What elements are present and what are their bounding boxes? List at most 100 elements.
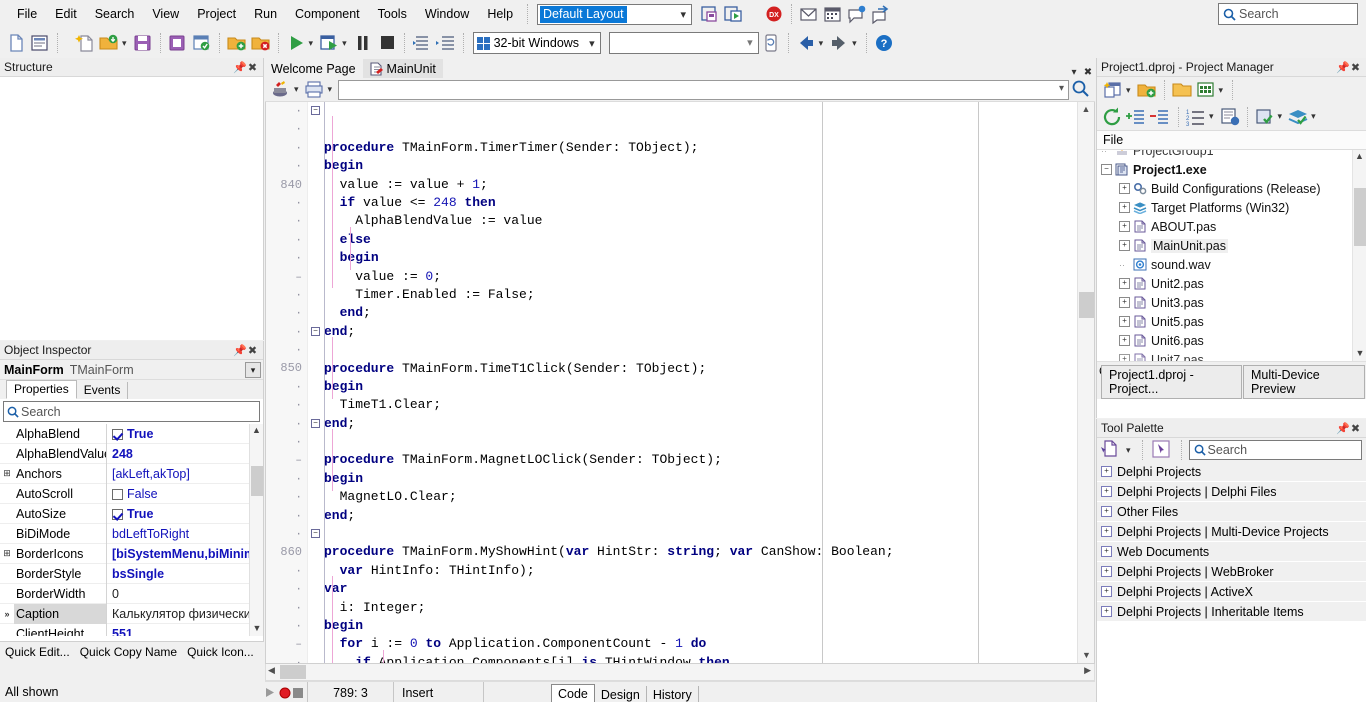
code-line[interactable]: procedure TMainForm.MagnetLOClick(Sender… bbox=[324, 451, 1076, 469]
collapse-all-icon[interactable] bbox=[1149, 106, 1173, 128]
sync-editor-icon[interactable] bbox=[1218, 106, 1242, 128]
expand-icon[interactable]: ⊞ bbox=[0, 548, 14, 559]
scroll-right-icon[interactable]: ▶ bbox=[1084, 665, 1091, 676]
code-line[interactable]: AlphaBlendValue := value bbox=[324, 212, 1076, 230]
property-row[interactable]: AutoSize True bbox=[0, 503, 263, 524]
code-line[interactable]: var HintInfo: THintInfo); bbox=[324, 562, 1076, 580]
scroll-up-icon[interactable]: ▲ bbox=[1078, 102, 1094, 118]
tab-close-icon[interactable]: ✖ bbox=[1081, 67, 1095, 78]
forward-message-icon[interactable] bbox=[869, 3, 893, 25]
gutter-line[interactable]: · bbox=[266, 654, 307, 663]
property-value[interactable]: True bbox=[107, 424, 263, 444]
build-caret-icon[interactable]: ▾ bbox=[1278, 111, 1283, 122]
tab-list-caret-icon[interactable]: ▾ bbox=[1067, 67, 1081, 78]
tool-palette-category[interactable]: + Delphi Projects | ActiveX bbox=[1097, 582, 1366, 602]
project-tree-node[interactable]: ·· ProjectGroup1 bbox=[1101, 150, 1366, 160]
expand-icon[interactable]: + bbox=[1101, 526, 1112, 537]
gutter-line[interactable]: · bbox=[266, 157, 307, 175]
project-tree-node[interactable]: + ABOUT.pas bbox=[1101, 217, 1366, 236]
code-line[interactable] bbox=[324, 341, 1076, 359]
fold-toggle-icon[interactable]: − bbox=[311, 106, 320, 115]
run-dropdown-caret-icon[interactable]: ▾ bbox=[309, 38, 314, 49]
property-value[interactable]: 248 bbox=[107, 444, 263, 464]
gutter-line[interactable]: · bbox=[266, 341, 307, 359]
property-value[interactable]: False bbox=[107, 484, 263, 504]
expand-icon[interactable]: + bbox=[1101, 606, 1112, 617]
tab-properties[interactable]: Properties bbox=[6, 380, 77, 399]
property-value[interactable]: 0 bbox=[107, 584, 263, 604]
add-file-icon[interactable] bbox=[1135, 79, 1159, 101]
remove-from-project-icon[interactable] bbox=[249, 32, 273, 54]
tool-palette-category[interactable]: + Web Documents bbox=[1097, 542, 1366, 562]
help-icon[interactable]: ? bbox=[872, 32, 896, 54]
gutter-line[interactable]: – bbox=[266, 268, 307, 286]
sort-order-icon[interactable]: 1 2 3 bbox=[1184, 106, 1208, 128]
gutter-line[interactable]: · bbox=[266, 507, 307, 525]
fold-toggle-icon[interactable]: − bbox=[311, 418, 320, 428]
build-icon[interactable] bbox=[1253, 106, 1277, 128]
code-line[interactable]: Timer.Enabled := False; bbox=[324, 286, 1076, 304]
layout-combo[interactable]: Default Layout ▾ bbox=[537, 3, 693, 25]
menu-item-window[interactable]: Window bbox=[416, 3, 478, 25]
view-tab-design[interactable]: Design bbox=[595, 685, 647, 702]
new-project-icon[interactable] bbox=[1101, 79, 1125, 101]
menu-item-file[interactable]: File bbox=[8, 3, 46, 25]
trace-into-icon[interactable] bbox=[410, 32, 434, 54]
open-folder-icon[interactable] bbox=[97, 32, 121, 54]
code-folding-column[interactable]: − − − − bbox=[308, 102, 324, 663]
code-insight-caret-icon[interactable]: ▾ bbox=[294, 84, 299, 95]
expand-icon[interactable]: + bbox=[1119, 297, 1130, 308]
code-line[interactable]: begin bbox=[324, 157, 1076, 175]
gutter-line[interactable]: · bbox=[266, 470, 307, 488]
menu-item-run[interactable]: Run bbox=[245, 3, 286, 25]
code-line[interactable]: begin bbox=[324, 378, 1076, 396]
code-line[interactable]: TimeT1.Clear; bbox=[324, 396, 1076, 414]
close-icon[interactable]: ✖ bbox=[246, 344, 259, 357]
menu-item-tools[interactable]: Tools bbox=[369, 3, 416, 25]
gutter-line[interactable]: · bbox=[266, 231, 307, 249]
expand-icon[interactable]: + bbox=[1119, 354, 1130, 361]
property-row[interactable]: BorderWidth 0 bbox=[0, 583, 263, 604]
gutter-line[interactable]: · bbox=[266, 194, 307, 212]
bottom-tab-project-manager[interactable]: Project1.dproj - Project... bbox=[1101, 365, 1242, 399]
new-file-icon[interactable] bbox=[4, 32, 28, 54]
sort-caret-icon[interactable]: ▾ bbox=[1209, 111, 1214, 122]
expand-icon[interactable]: + bbox=[1119, 278, 1130, 289]
expand-icon[interactable]: + bbox=[1101, 466, 1112, 477]
pin-icon[interactable]: 📌 bbox=[233, 61, 247, 74]
forward-icon[interactable] bbox=[827, 32, 851, 54]
gutter-line[interactable]: · bbox=[266, 323, 307, 341]
gutter-line[interactable]: · bbox=[266, 286, 307, 304]
refresh-device-icon[interactable] bbox=[759, 32, 783, 54]
code-view[interactable]: ····840····–····850····–····860····–··· … bbox=[265, 102, 1095, 664]
expand-icon[interactable]: ⊞ bbox=[0, 468, 14, 479]
property-row[interactable]: BiDiMode bdLeftToRight bbox=[0, 523, 263, 544]
menu-item-project[interactable]: Project bbox=[188, 3, 245, 25]
close-icon[interactable]: ✖ bbox=[1349, 61, 1362, 74]
expand-icon[interactable]: + bbox=[1119, 335, 1130, 346]
code-line[interactable]: begin bbox=[324, 249, 1076, 267]
project-tree-column-header[interactable]: File bbox=[1097, 131, 1366, 150]
new-project-caret-icon[interactable]: ▾ bbox=[1126, 85, 1131, 96]
stop-indicator-icon[interactable] bbox=[293, 687, 307, 698]
tab-welcome-page[interactable]: Welcome Page bbox=[265, 59, 363, 78]
property-row[interactable]: AlphaBlend True bbox=[0, 424, 263, 444]
gutter-line[interactable]: · bbox=[266, 433, 307, 451]
new-component-caret-icon[interactable]: ▾ bbox=[1126, 445, 1131, 456]
property-value[interactable]: [akLeft,akTop] bbox=[107, 464, 263, 484]
code-line[interactable]: end; bbox=[324, 304, 1076, 322]
gutter-line[interactable]: · bbox=[266, 580, 307, 598]
gutter-line[interactable]: 850 bbox=[266, 359, 307, 377]
code-line[interactable]: end; bbox=[324, 323, 1076, 341]
new-item-icon[interactable] bbox=[73, 32, 97, 54]
editor-history-combo[interactable]: ▾ bbox=[338, 79, 1069, 100]
expand-icon[interactable]: + bbox=[1101, 546, 1112, 557]
breakpoint-indicator-icon[interactable] bbox=[279, 687, 293, 699]
checkbox-icon[interactable] bbox=[112, 508, 123, 520]
gutter-line[interactable]: · bbox=[266, 102, 307, 120]
back-icon[interactable] bbox=[794, 32, 818, 54]
save-layout-icon[interactable] bbox=[698, 3, 722, 25]
object-inspector-search[interactable]: Search bbox=[3, 401, 260, 422]
expand-icon[interactable]: + bbox=[1101, 586, 1112, 597]
property-row[interactable]: ClientHeight 551 bbox=[0, 623, 263, 636]
